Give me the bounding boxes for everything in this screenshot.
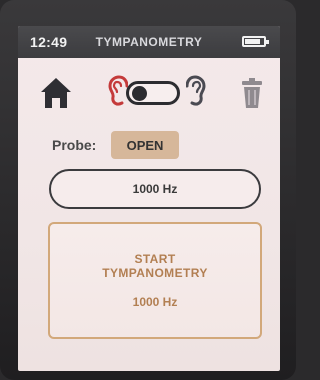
battery-level-fill [245,39,260,44]
start-button-frequency: 1000 Hz [132,295,178,309]
device-screen: 12:49 TYMPANOMETRY Probe: OPEN 1000 Hz S… [18,26,280,371]
frequency-selector[interactable]: 1000 Hz [49,169,261,209]
probe-label: Probe: [52,137,97,153]
trash-icon[interactable] [241,77,263,109]
battery-icon [242,36,269,47]
ear-left-icon[interactable] [106,75,128,109]
start-button-line2: TYMPANOMETRY [102,266,208,280]
start-tympanometry-button[interactable]: START TYMPANOMETRY 1000 Hz [48,222,262,339]
probe-status-badge: OPEN [111,131,179,159]
toolbar [18,62,280,122]
home-icon[interactable] [40,76,72,110]
start-button-line1: START [134,252,176,266]
probe-row: Probe: OPEN [18,128,280,164]
status-bar: 12:49 TYMPANOMETRY [18,26,280,58]
ear-toggle[interactable] [126,81,180,105]
screen-title: TYMPANOMETRY [95,35,203,49]
ear-right-icon[interactable] [186,75,208,109]
ear-toggle-knob [132,86,147,101]
battery-tip [266,40,269,44]
